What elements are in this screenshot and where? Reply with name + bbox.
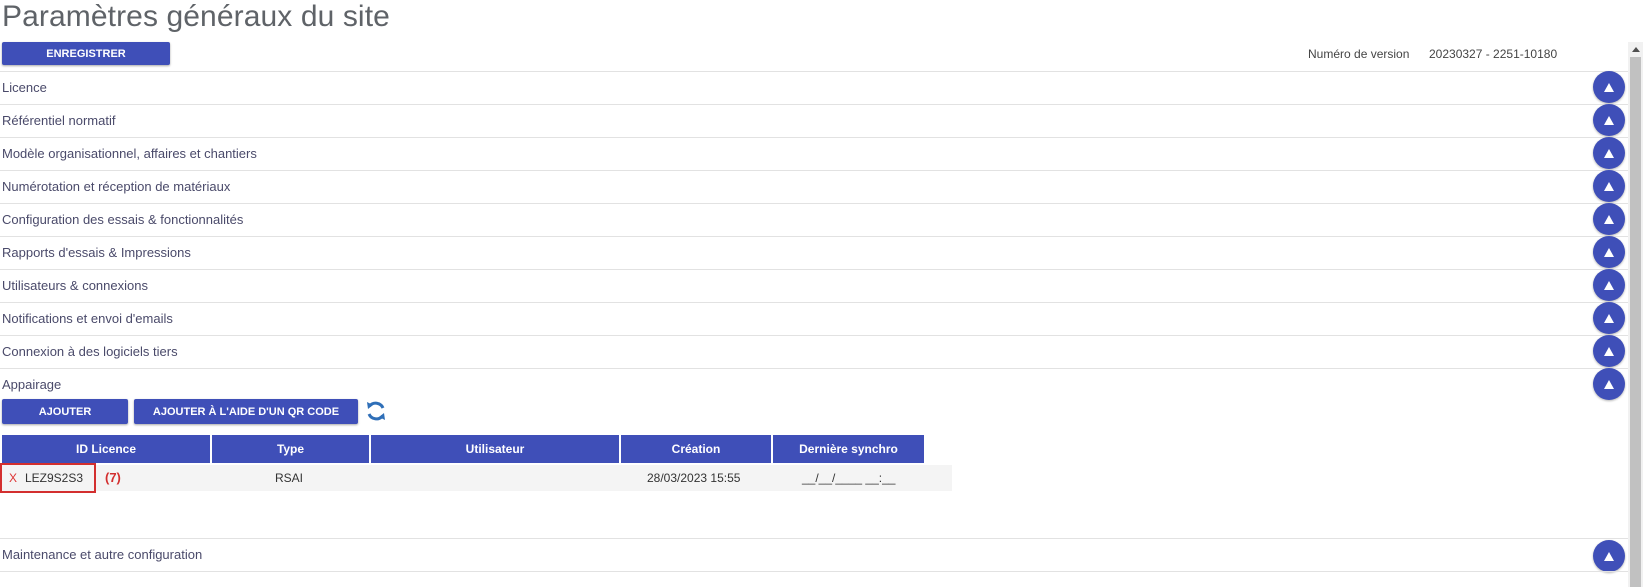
section-configuration[interactable]: Configuration des essais & fonctionnalit… xyxy=(0,203,1628,236)
section-label[interactable]: Connexion à des logiciels tiers xyxy=(2,344,178,359)
section-notifications[interactable]: Notifications et envoi d'emails xyxy=(0,302,1628,335)
section-label[interactable]: Numérotation et réception de matériaux xyxy=(2,179,230,194)
column-header[interactable]: Création xyxy=(621,435,773,463)
table-row[interactable]: X LEZ9S2S3 RSAI 28/03/2023 15:55 __/__/_… xyxy=(2,465,952,491)
section-label[interactable]: Notifications et envoi d'emails xyxy=(2,311,173,326)
section-numerotation[interactable]: Numérotation et réception de matériaux xyxy=(0,170,1628,203)
vertical-scrollbar[interactable] xyxy=(1628,42,1643,587)
collapse-referentiel-button[interactable] xyxy=(1593,104,1625,136)
page-title: Paramètres généraux du site xyxy=(2,0,390,33)
triangle-up-icon xyxy=(1604,214,1614,224)
section-label[interactable]: Utilisateurs & connexions xyxy=(2,278,148,293)
collapse-rapports-button[interactable] xyxy=(1593,236,1625,268)
triangle-up-icon xyxy=(1604,82,1614,92)
column-header[interactable]: Type xyxy=(212,435,371,463)
divider xyxy=(0,571,1628,572)
version-label: Numéro de version xyxy=(1308,47,1410,61)
collapse-configuration-button[interactable] xyxy=(1593,203,1625,235)
refresh-icon[interactable] xyxy=(364,399,388,423)
section-modele[interactable]: Modèle organisationnel, affaires et chan… xyxy=(0,137,1628,170)
triangle-up-icon xyxy=(1604,313,1614,323)
triangle-up-icon xyxy=(1604,379,1614,389)
triangle-up-icon xyxy=(1604,280,1614,290)
collapse-numerotation-button[interactable] xyxy=(1593,170,1625,202)
annotation-number: (7) xyxy=(105,470,121,485)
triangle-up-icon xyxy=(1604,247,1614,257)
column-header[interactable]: Dernière synchro xyxy=(773,435,924,463)
collapse-modele-button[interactable] xyxy=(1593,137,1625,169)
section-label[interactable]: Maintenance et autre configuration xyxy=(2,547,202,562)
version-value: 20230327 - 2251-10180 xyxy=(1429,47,1558,61)
triangle-up-icon xyxy=(1604,181,1614,191)
section-label[interactable]: Licence xyxy=(2,80,47,95)
triangle-up-icon xyxy=(1604,346,1614,356)
section-label[interactable]: Appairage xyxy=(2,377,61,392)
column-header[interactable]: ID Licence xyxy=(2,435,212,463)
highlight-annotation-box xyxy=(0,463,96,493)
license-table-header: ID Licence Type Utilisateur Création Der… xyxy=(2,435,924,463)
section-label[interactable]: Rapports d'essais & Impressions xyxy=(2,245,191,260)
save-button[interactable]: ENREGISTRER xyxy=(2,42,170,65)
column-header[interactable]: Utilisateur xyxy=(371,435,621,463)
section-appairage[interactable]: Appairage xyxy=(0,368,1628,401)
triangle-up-icon xyxy=(1604,551,1614,561)
scrollbar-thumb[interactable] xyxy=(1630,57,1641,587)
triangle-up-icon xyxy=(1604,148,1614,158)
add-qr-code-button[interactable]: AJOUTER À L'AIDE D'UN QR CODE xyxy=(134,399,358,424)
section-utilisateurs[interactable]: Utilisateurs & connexions xyxy=(0,269,1628,302)
section-connexion[interactable]: Connexion à des logiciels tiers xyxy=(0,335,1628,368)
triangle-up-icon xyxy=(1604,115,1614,125)
collapse-appairage-button[interactable] xyxy=(1593,368,1625,400)
add-button[interactable]: AJOUTER xyxy=(2,399,128,424)
section-referentiel[interactable]: Référentiel normatif xyxy=(0,104,1628,137)
section-licence[interactable]: Licence xyxy=(0,71,1628,104)
section-rapports[interactable]: Rapports d'essais & Impressions xyxy=(0,236,1628,269)
created-cell: 28/03/2023 15:55 xyxy=(647,471,741,485)
collapse-connexion-button[interactable] xyxy=(1593,335,1625,367)
collapse-utilisateurs-button[interactable] xyxy=(1593,269,1625,301)
collapse-maintenance-button[interactable] xyxy=(1593,540,1625,572)
section-label[interactable]: Modèle organisationnel, affaires et chan… xyxy=(2,146,257,161)
collapse-licence-button[interactable] xyxy=(1593,71,1625,103)
collapse-notifications-button[interactable] xyxy=(1593,302,1625,334)
section-label[interactable]: Référentiel normatif xyxy=(2,113,115,128)
last-sync-cell: __/__/____ __:__ xyxy=(802,471,896,485)
type-cell: RSAI xyxy=(275,471,304,485)
section-label[interactable]: Configuration des essais & fonctionnalit… xyxy=(2,212,243,227)
section-maintenance[interactable]: Maintenance et autre configuration xyxy=(0,538,1628,571)
scroll-up-arrow-icon[interactable] xyxy=(1628,42,1643,57)
